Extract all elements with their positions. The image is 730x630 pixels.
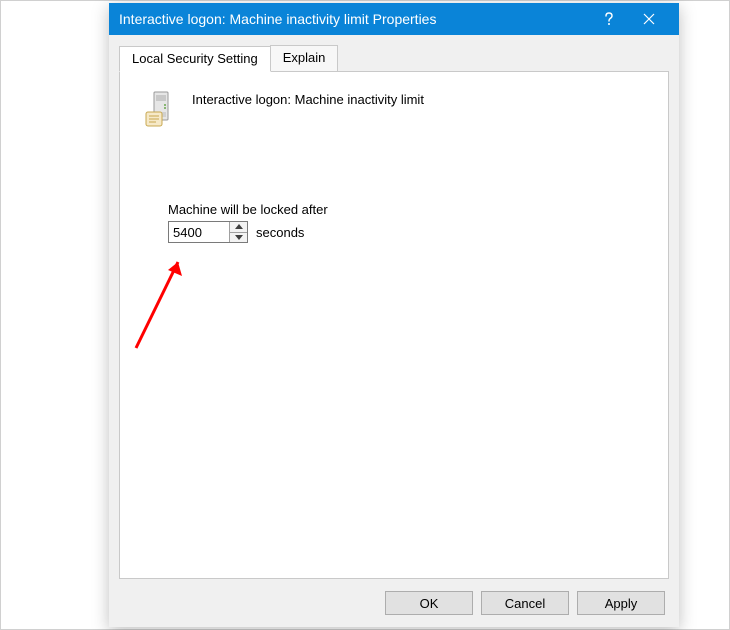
- inactivity-seconds-spinbox: [168, 221, 248, 243]
- tab-panel: Interactive logon: Machine inactivity li…: [119, 71, 669, 579]
- tab-label: Local Security Setting: [132, 51, 258, 66]
- titlebar: Interactive logon: Machine inactivity li…: [109, 3, 679, 35]
- tab-label: Explain: [283, 50, 326, 65]
- policy-header: Interactive logon: Machine inactivity li…: [142, 90, 646, 130]
- field-block: Machine will be locked after: [168, 202, 646, 243]
- spin-down-button[interactable]: [230, 233, 247, 243]
- chevron-up-icon: [235, 224, 243, 229]
- help-icon: [603, 12, 615, 26]
- unit-label: seconds: [256, 225, 304, 240]
- button-bar: OK Cancel Apply: [119, 579, 669, 621]
- client-area: Local Security Setting Explain: [109, 35, 679, 627]
- button-label: Cancel: [505, 596, 545, 611]
- spin-up-button[interactable]: [230, 222, 247, 233]
- window-title: Interactive logon: Machine inactivity li…: [119, 11, 589, 27]
- spin-buttons: [229, 222, 247, 242]
- field-label: Machine will be locked after: [168, 202, 646, 217]
- properties-dialog: Interactive logon: Machine inactivity li…: [109, 3, 679, 627]
- spin-row: seconds: [168, 221, 646, 243]
- apply-button[interactable]: Apply: [577, 591, 665, 615]
- close-icon: [643, 13, 655, 25]
- policy-title: Interactive logon: Machine inactivity li…: [192, 90, 424, 107]
- tab-local-security-setting[interactable]: Local Security Setting: [119, 46, 271, 72]
- help-button[interactable]: [589, 3, 629, 35]
- button-label: OK: [420, 596, 439, 611]
- close-button[interactable]: [629, 3, 669, 35]
- cancel-button[interactable]: Cancel: [481, 591, 569, 615]
- tab-explain[interactable]: Explain: [270, 45, 339, 71]
- button-label: Apply: [605, 596, 638, 611]
- ok-button[interactable]: OK: [385, 591, 473, 615]
- inactivity-seconds-input[interactable]: [169, 222, 229, 242]
- annotation-arrow: [130, 244, 190, 354]
- policy-icon: [142, 90, 178, 130]
- tab-strip: Local Security Setting Explain: [119, 45, 669, 71]
- chevron-down-icon: [235, 235, 243, 240]
